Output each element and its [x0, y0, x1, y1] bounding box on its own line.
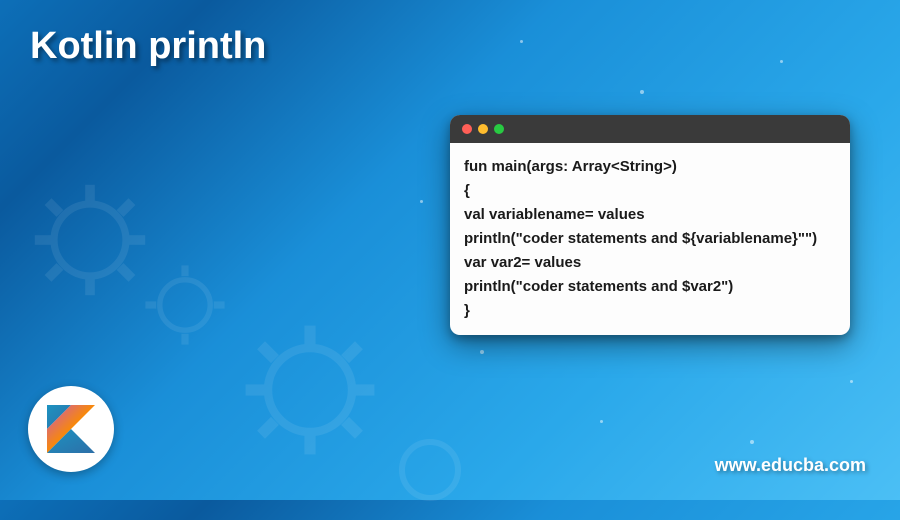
code-line: val variablename= values	[464, 203, 836, 227]
code-line: println("coder statements and $var2")	[464, 275, 836, 299]
particle	[420, 200, 423, 203]
code-body: fun main(args: Array<String>) { val vari…	[450, 143, 850, 335]
gear-decor	[30, 180, 150, 300]
code-line: var var2= values	[464, 251, 836, 275]
code-window: fun main(args: Array<String>) { val vari…	[450, 115, 850, 335]
particle	[640, 90, 644, 94]
particle	[750, 440, 754, 444]
logo-badge	[28, 386, 114, 472]
particle	[850, 380, 853, 383]
gear-decor	[240, 320, 380, 460]
page-title: Kotlin println	[30, 25, 266, 68]
particle	[480, 350, 484, 354]
particle	[780, 60, 783, 63]
gear-decor	[140, 260, 230, 350]
gear-decor	[380, 420, 480, 520]
particle	[520, 40, 523, 43]
code-line: fun main(args: Array<String>)	[464, 155, 836, 179]
maximize-dot-icon	[494, 124, 504, 134]
code-line: {	[464, 179, 836, 203]
minimize-dot-icon	[478, 124, 488, 134]
kotlin-logo-icon	[47, 405, 95, 453]
particle	[600, 420, 603, 423]
website-link: www.educba.com	[715, 455, 866, 476]
code-line: println("coder statements and ${variable…	[464, 227, 836, 251]
window-titlebar	[450, 115, 850, 143]
code-line: }	[464, 299, 836, 323]
close-dot-icon	[462, 124, 472, 134]
